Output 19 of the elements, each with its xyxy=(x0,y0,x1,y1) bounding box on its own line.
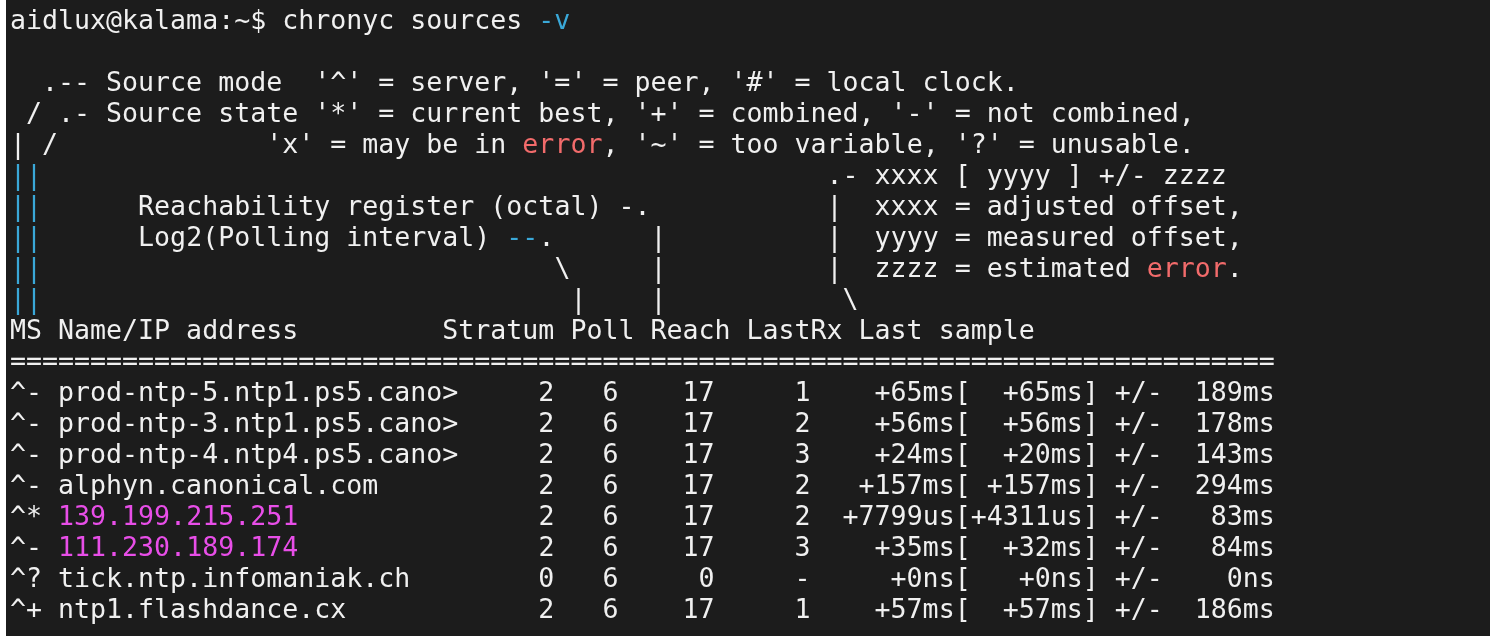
output-line: .-- Source mode '^' = server, '=' = peer, '#' = local clock. xyxy=(41,66,1019,97)
table-row: ^- alphyn.canonical.com 2 6 17 2 +157ms[ +157ms] +/- 294ms xyxy=(10,469,1275,500)
output-line: || \ | | zzzz = estimated error. xyxy=(10,252,1243,283)
table-row: ^- 111.230.189.174 2 6 17 3 +35ms[ +32ms] +/- 84ms xyxy=(10,531,1275,562)
table-row: ^- prod-ntp-3.ntp1.ps5.cano> 2 6 17 2 +56ms[ +56ms] +/- 178ms xyxy=(10,407,1275,438)
table-row: ^* 139.199.215.251 2 6 17 2 +7799us[+4311us] +/- 83ms xyxy=(10,500,1275,531)
table-row: ^? tick.ntp.infomaniak.ch 0 6 0 - +0ns[ +0ns] +/- 0ns xyxy=(10,562,1275,593)
output-line: / .- Source state '*' = current best, '+' = combined, '-' = not combined, xyxy=(25,97,1195,128)
output-line: || .- xxxx [ yyyy ] +/- zzzz xyxy=(10,159,1227,190)
output-line: || Log2(Polling interval) --. | | yyyy = measured offset, xyxy=(10,221,1243,252)
output-line: || Reachability register (octal) -. | xxxx = adjusted offset, xyxy=(10,190,1243,221)
command-line: aidlux@kalama:~$ chronyc sources -v xyxy=(10,4,571,35)
table-row: ^- prod-ntp-5.ntp1.ps5.cano> 2 6 17 1 +65ms[ +65ms] +/- 189ms xyxy=(10,376,1275,407)
separator-text: =============================================================================== xyxy=(10,345,1275,376)
table-row: ^+ ntp1.flashdance.cx 2 6 17 1 +57ms[ +57ms] +/- 186ms xyxy=(10,593,1275,624)
output-line: || | | \ xyxy=(10,283,859,314)
table-row: ^- prod-ntp-4.ntp4.ps5.cano> 2 6 17 3 +24ms[ +20ms] +/- 143ms xyxy=(10,438,1275,469)
output-line: | / 'x' = may be in error, '~' = too variable, '?' = unusable. xyxy=(10,128,1195,159)
table-header: MS Name/IP address Stratum Poll Reach LastRx Last sample xyxy=(10,314,1035,345)
